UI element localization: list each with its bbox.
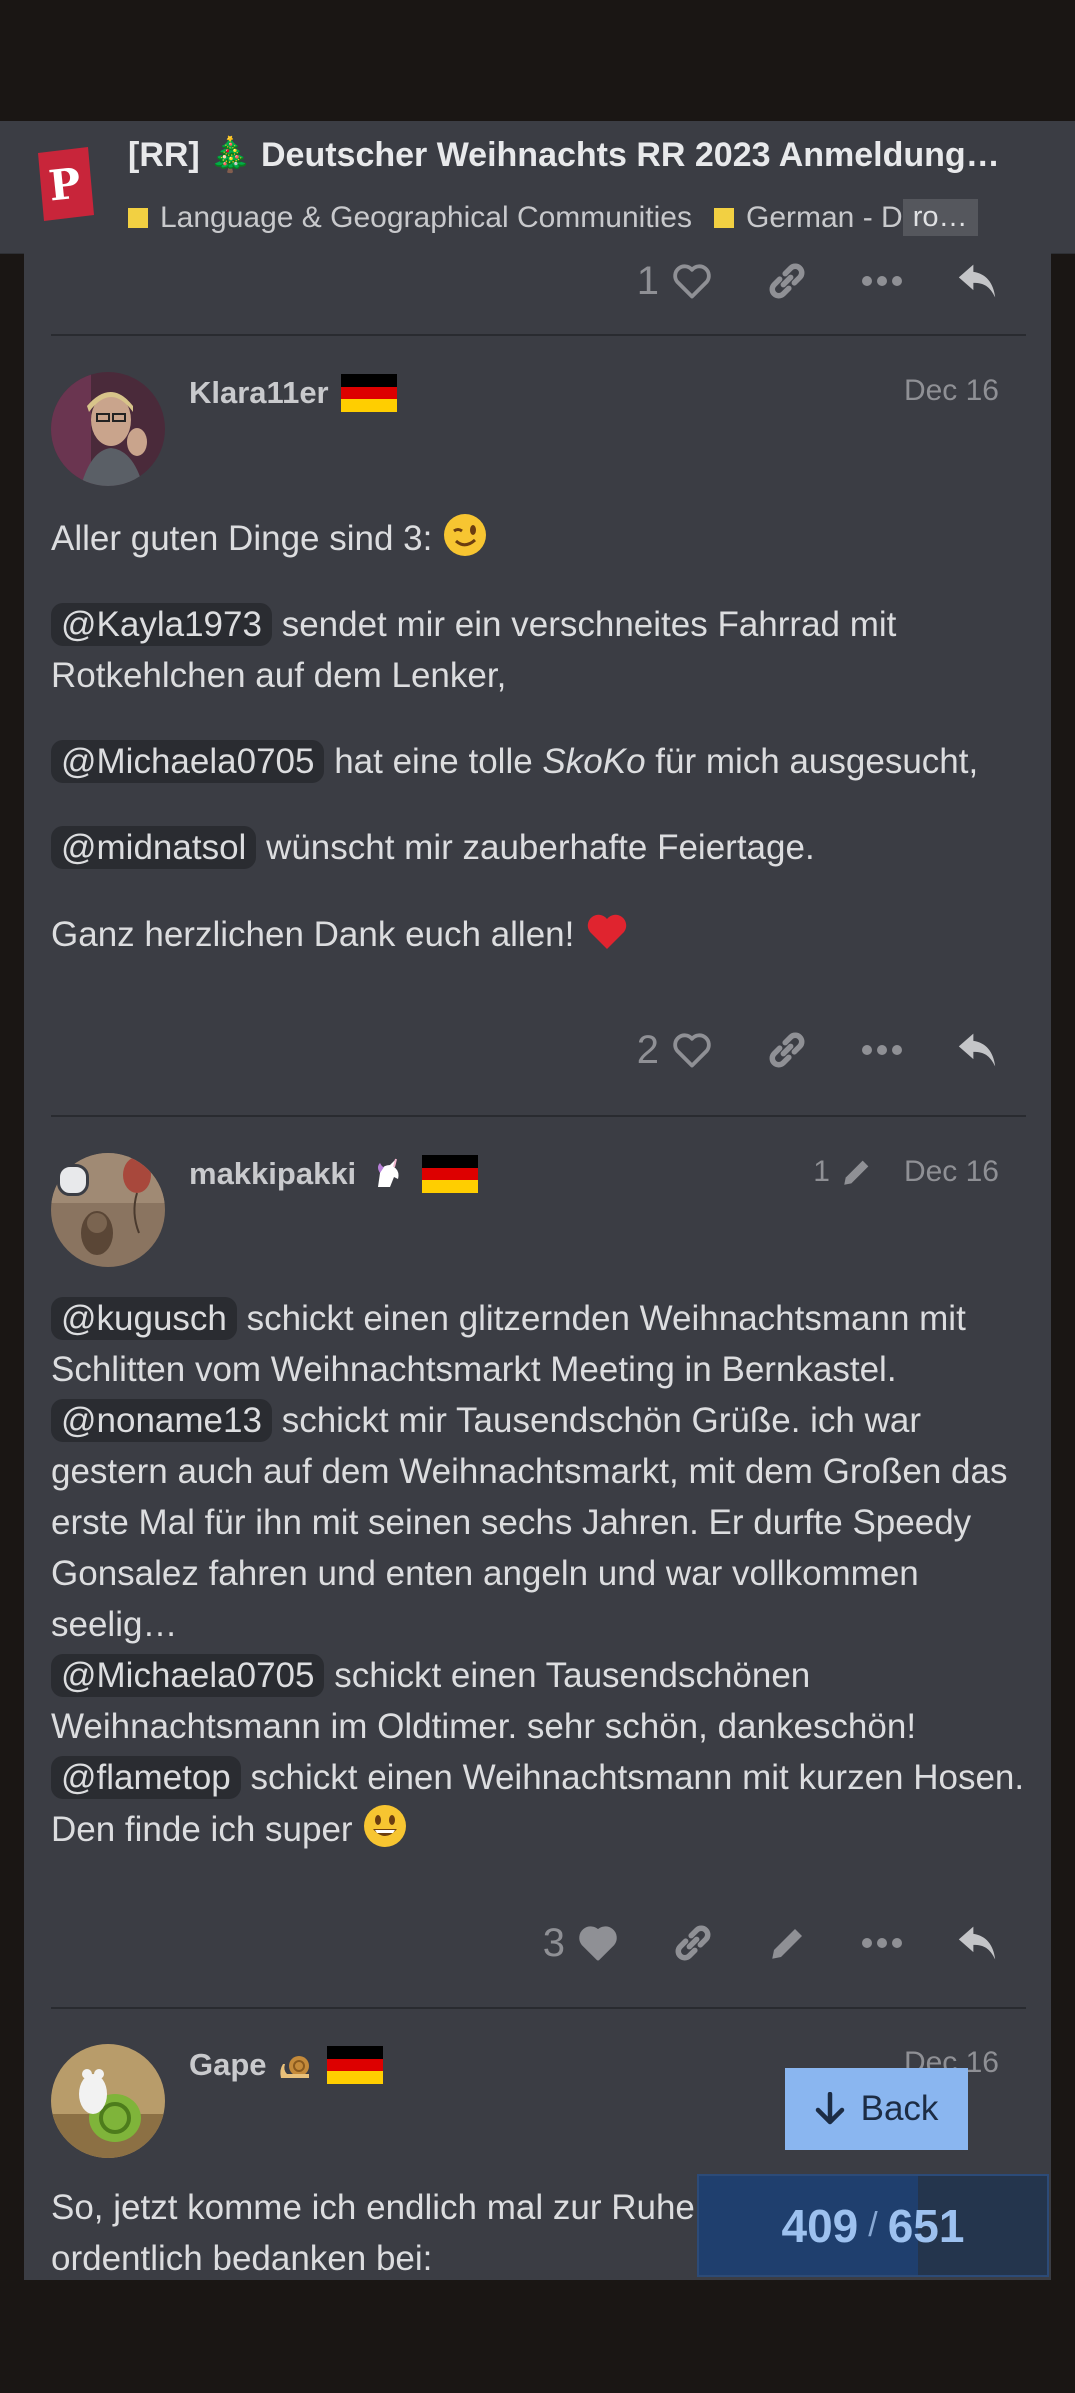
- progress-total: 651: [887, 2199, 965, 2252]
- germany-flag-icon: [326, 2046, 383, 2084]
- back-button-label: Back: [860, 2089, 939, 2128]
- mention-link[interactable]: @flametop: [51, 1756, 241, 1799]
- post-text: Aller guten Dinge sind 3:: [51, 519, 433, 558]
- mention-link[interactable]: @Michaela0705: [51, 740, 325, 783]
- avatar[interactable]: [51, 2044, 165, 2158]
- post-text: So, jetzt komme ich endlich mal zur Ruhe…: [51, 2188, 695, 2278]
- post-stream: 1 Klara11er Dec 16 Aller guten Dinge sin…: [24, 253, 1051, 2280]
- topic-header: P [RR] 🎄 Deutscher Weihnachts RR 2023 An…: [0, 121, 1075, 254]
- more-icon[interactable]: [861, 1044, 903, 1056]
- breadcrumb-subcategory[interactable]: German - D ro…: [714, 199, 978, 236]
- mention-link[interactable]: @Kayla1973: [51, 603, 272, 646]
- reply-icon[interactable]: [955, 261, 999, 301]
- topic-progress[interactable]: 409 / 651: [697, 2174, 1049, 2277]
- grinning-face-emoji-icon: [364, 1805, 407, 1847]
- link-icon[interactable]: [765, 259, 809, 303]
- progress-separator: /: [868, 2206, 878, 2244]
- username-label: Klara11er: [189, 375, 329, 410]
- mention-link[interactable]: @noname13: [51, 1399, 272, 1442]
- post-username[interactable]: Klara11er: [189, 374, 397, 412]
- topic-title[interactable]: [RR] 🎄 Deutscher Weihnachts RR 2023 Anme…: [128, 135, 1008, 175]
- winking-face-emoji-icon: [444, 514, 487, 556]
- post-divider: [51, 334, 1026, 336]
- breadcrumb-more[interactable]: ro…: [902, 199, 978, 236]
- arrow-down-icon: [815, 2092, 844, 2125]
- site-logo[interactable]: P: [36, 147, 96, 225]
- post-body: Aller guten Dinge sind 3: @Kayla1973 sen…: [51, 512, 1031, 960]
- breadcrumb-subcategory-label: German - D: [746, 200, 903, 234]
- system-navigation-bar: [0, 2280, 1075, 2393]
- like-count[interactable]: 3: [543, 1921, 565, 1966]
- reply-icon[interactable]: [955, 1923, 999, 1963]
- germany-flag-icon: [340, 374, 397, 412]
- breadcrumb: Language & Geographical Communities Germ…: [128, 199, 978, 236]
- post-date-label[interactable]: Dec 16: [904, 1155, 999, 1189]
- post-actions: 3: [543, 1913, 999, 1973]
- post-text: Ganz herzlichen Dank euch allen!: [51, 915, 575, 954]
- link-icon[interactable]: [671, 1921, 715, 1965]
- breadcrumb-category-label: Language & Geographical Communities: [160, 200, 692, 234]
- mention-link[interactable]: @Michaela0705: [51, 1654, 325, 1697]
- post-text: für mich ausgesucht,: [655, 742, 979, 781]
- post-text: wünscht mir zauberhafte Feiertage.: [266, 828, 815, 867]
- post-divider: [51, 1115, 1026, 1117]
- more-icon[interactable]: [861, 1937, 903, 1949]
- post-text-emphasis: SkoKo: [542, 742, 646, 781]
- mention-link[interactable]: @kugusch: [51, 1297, 237, 1340]
- pencil-icon[interactable]: [840, 1155, 874, 1189]
- avatar[interactable]: [51, 372, 165, 486]
- link-icon[interactable]: [765, 1028, 809, 1072]
- category-square-icon: [714, 207, 734, 228]
- post-username[interactable]: Gape: [189, 2046, 383, 2084]
- snail-icon: [279, 2056, 309, 2078]
- category-square-icon: [128, 207, 148, 228]
- post-body: @kugusch schickt einen glitzernden Weihn…: [51, 1293, 1031, 1855]
- mention-link[interactable]: @midnatsol: [51, 826, 257, 869]
- like-count[interactable]: 2: [637, 1028, 659, 1073]
- progress-text: 409 / 651: [699, 2176, 1047, 2275]
- post-divider: [51, 2007, 1026, 2009]
- presence-status-icon: [57, 1164, 89, 1196]
- post-body: So, jetzt komme ich endlich mal zur Ruhe…: [51, 2182, 731, 2280]
- edit-count[interactable]: 1: [813, 1155, 830, 1189]
- reply-icon[interactable]: [955, 1030, 999, 1070]
- like-count[interactable]: 1: [637, 259, 659, 304]
- germany-flag-icon: [422, 1155, 479, 1193]
- unicorn-icon: [378, 1158, 399, 1187]
- red-heart-emoji-icon: [587, 914, 627, 949]
- post-actions: 1: [637, 253, 999, 311]
- post-date: 1 Dec 16: [813, 1155, 999, 1189]
- status-bar: [0, 0, 1075, 121]
- username-label: Gape: [189, 2047, 267, 2082]
- heart-icon[interactable]: [671, 1031, 713, 1069]
- progress-current: 409: [781, 2199, 859, 2252]
- post-text: hat eine tolle: [334, 742, 533, 781]
- heart-filled-icon[interactable]: [577, 1924, 619, 1962]
- more-icon[interactable]: [861, 275, 903, 287]
- svg-text:P: P: [46, 158, 83, 210]
- username-label: makkipakki: [189, 1156, 357, 1191]
- heart-icon[interactable]: [671, 262, 713, 300]
- back-button[interactable]: Back: [785, 2068, 968, 2150]
- post-username[interactable]: makkipakki: [189, 1155, 479, 1193]
- post-date[interactable]: Dec 16: [904, 374, 999, 408]
- post-actions: 2: [637, 1020, 999, 1080]
- breadcrumb-category[interactable]: Language & Geographical Communities: [128, 201, 692, 235]
- pencil-edit-icon[interactable]: [767, 1922, 809, 1964]
